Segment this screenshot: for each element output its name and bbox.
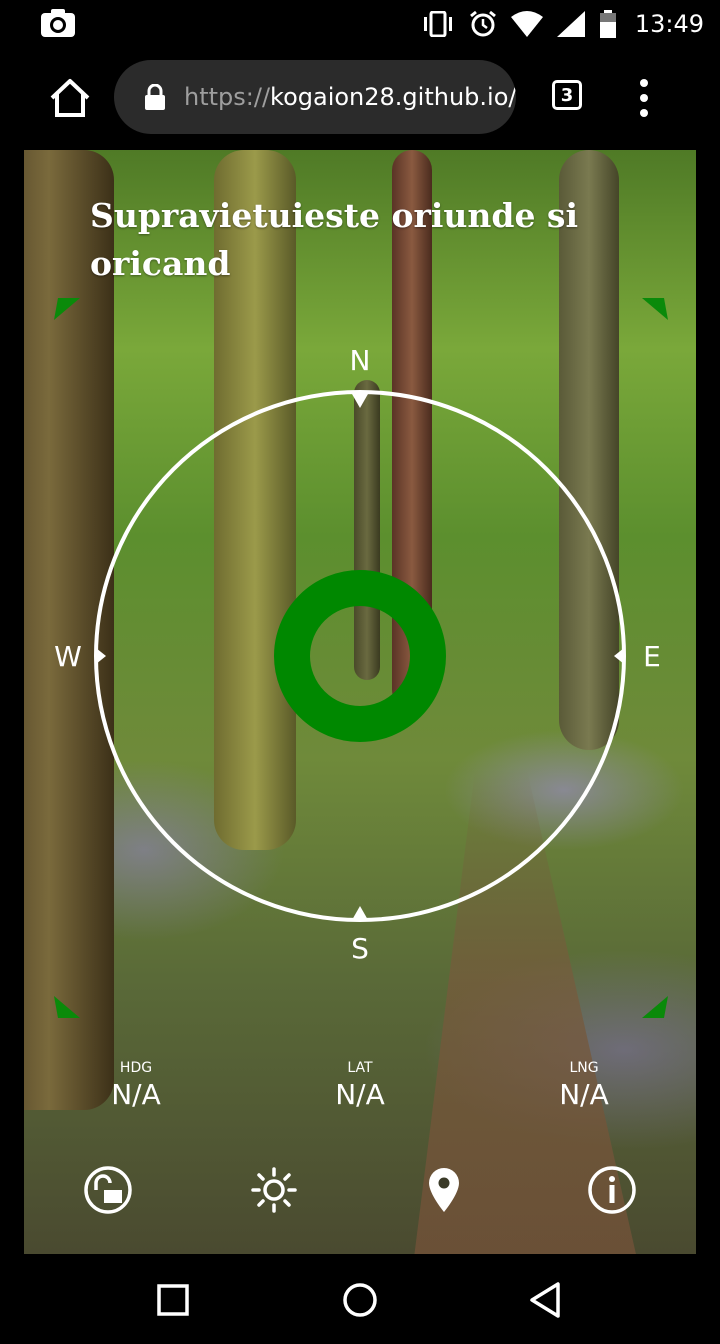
- latitude-readout: LAT N/A: [280, 1060, 440, 1111]
- home-circle-icon[interactable]: [338, 1278, 382, 1322]
- signal-icon: [556, 11, 585, 37]
- battery-icon: [599, 10, 616, 38]
- compass-south-label: S: [351, 932, 369, 965]
- compass-tick-north: [352, 394, 368, 408]
- latitude-label: LAT: [347, 1060, 373, 1076]
- compass-tick-east: [614, 648, 624, 664]
- lock-open-icon[interactable]: [82, 1164, 134, 1216]
- url-bar[interactable]: https://kogaion28.github.io/: [114, 60, 516, 134]
- compass-west-label: W: [54, 640, 82, 673]
- more-vert-icon[interactable]: [634, 78, 654, 118]
- compass-ring: [94, 390, 626, 922]
- info-icon[interactable]: [586, 1164, 638, 1216]
- recents-icon[interactable]: [151, 1278, 195, 1322]
- url-scheme: https://: [184, 83, 271, 111]
- system-navigation-bar: [0, 1254, 720, 1344]
- latitude-value: N/A: [335, 1078, 385, 1111]
- web-content: Supravietuieste oriunde si oricand N S W…: [24, 150, 696, 1254]
- vibrate-icon: [423, 11, 452, 37]
- heading-label: HDG: [119, 1060, 153, 1076]
- url-host: kogaion28.github.io/: [270, 83, 516, 111]
- url-text: https://kogaion28.github.io/: [184, 83, 516, 111]
- compass-tick-west: [96, 648, 106, 664]
- back-icon[interactable]: [524, 1278, 568, 1322]
- heading-value: N/A: [111, 1078, 161, 1111]
- lock-icon: [145, 84, 165, 110]
- tab-count: 3: [560, 84, 574, 106]
- wifi-icon: [510, 11, 543, 37]
- home-icon[interactable]: [46, 74, 94, 122]
- camera-icon: [41, 9, 75, 37]
- compass-center-ring: [274, 570, 446, 742]
- compass-east-label: E: [643, 640, 661, 673]
- compass-north-label: N: [350, 344, 371, 377]
- status-time: 13:49: [634, 10, 704, 38]
- compass-tick-south: [352, 906, 368, 920]
- longitude-value: N/A: [559, 1078, 609, 1111]
- alarm-icon: [469, 10, 496, 37]
- tab-switcher-button[interactable]: 3: [552, 80, 582, 110]
- status-bar: 13:49: [0, 0, 720, 48]
- longitude-label: LNG: [569, 1060, 599, 1076]
- brightness-icon[interactable]: [248, 1164, 300, 1216]
- browser-toolbar: https://kogaion28.github.io/ 3: [0, 48, 720, 150]
- heading-readout: HDG N/A: [56, 1060, 216, 1111]
- longitude-readout: LNG N/A: [504, 1060, 664, 1111]
- location-pin-icon[interactable]: [418, 1164, 470, 1216]
